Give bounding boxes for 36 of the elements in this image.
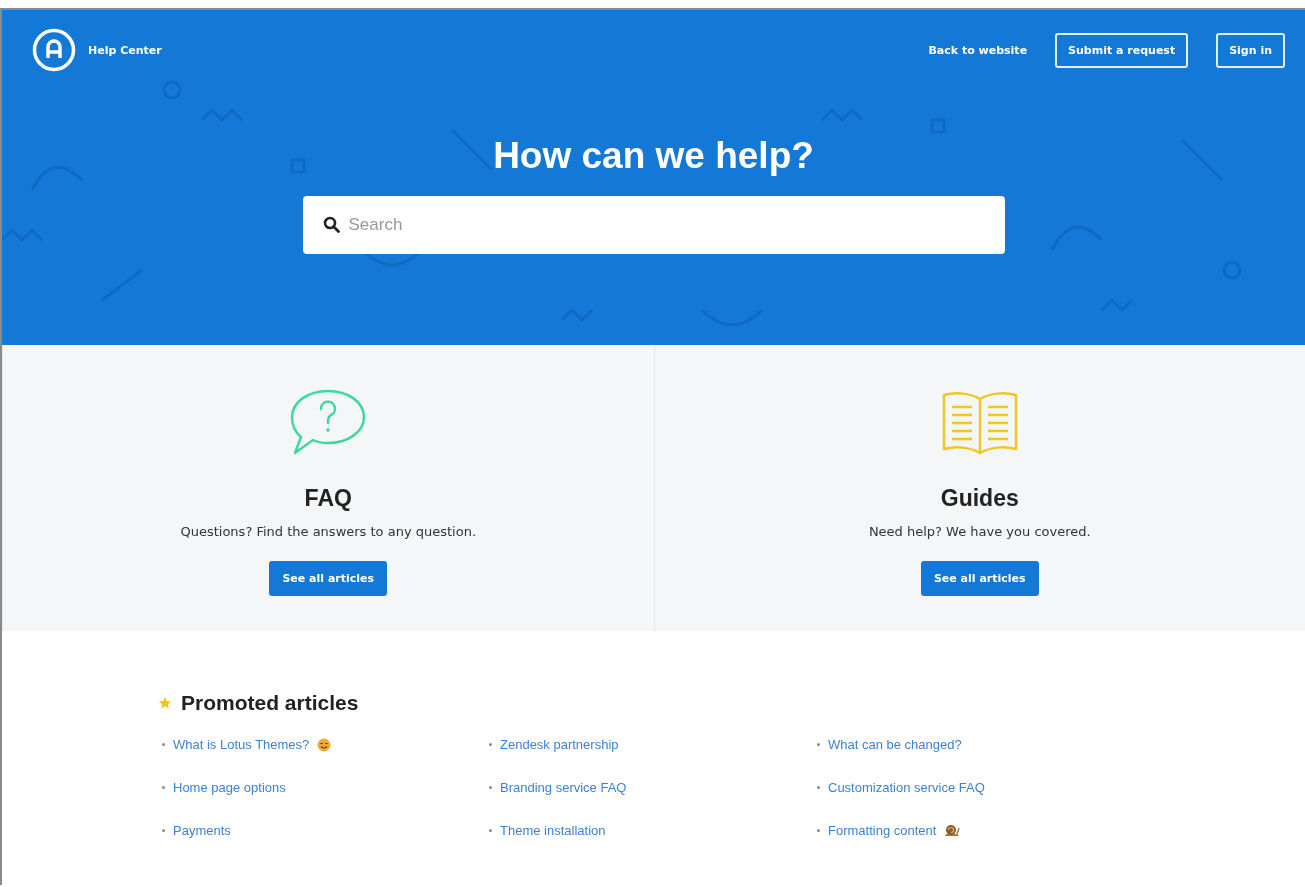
hero-title: How can we help? bbox=[492, 135, 815, 177]
brand-name: Help Center bbox=[88, 43, 162, 57]
article-link[interactable]: Formatting content bbox=[828, 823, 937, 838]
category-title: FAQ bbox=[304, 485, 352, 512]
nav-button[interactable]: Submit a request bbox=[1055, 32, 1189, 68]
category-description: Need help? We have you covered. bbox=[868, 524, 1091, 539]
bullet-icon bbox=[489, 786, 492, 789]
nav-link[interactable]: Back to website bbox=[928, 43, 1028, 57]
article-link[interactable]: Branding service FAQ bbox=[500, 780, 627, 795]
article-link[interactable]: What is Lotus Themes? bbox=[173, 737, 310, 752]
see-all-button[interactable]: See all articles bbox=[269, 561, 388, 596]
bullet-icon bbox=[489, 743, 492, 746]
article-link[interactable]: What can be changed? bbox=[828, 737, 962, 752]
nav-button[interactable]: Sign in bbox=[1216, 32, 1285, 68]
category-title: Guides bbox=[940, 485, 1019, 512]
bullet-icon bbox=[817, 786, 820, 789]
smiley-icon bbox=[317, 737, 332, 752]
search-field[interactable]: Search bbox=[302, 196, 1005, 254]
bullet-icon bbox=[489, 829, 492, 832]
article-link[interactable]: Theme installation bbox=[500, 823, 606, 838]
search-icon bbox=[322, 216, 340, 233]
article-link[interactable]: Payments bbox=[173, 823, 231, 838]
bullet-icon bbox=[817, 829, 820, 832]
logo-icon[interactable] bbox=[32, 28, 76, 72]
star-icon bbox=[158, 696, 172, 710]
bullet-icon bbox=[162, 743, 165, 746]
bullet-icon bbox=[817, 743, 820, 746]
article-link[interactable]: Zendesk partnership bbox=[500, 737, 619, 752]
see-all-button[interactable]: See all articles bbox=[920, 561, 1039, 596]
section-title: Promoted articles bbox=[181, 691, 359, 715]
article-link[interactable]: Home page options bbox=[173, 780, 286, 795]
bullet-icon bbox=[162, 829, 165, 832]
bullet-icon bbox=[162, 786, 165, 789]
snail-icon bbox=[944, 824, 961, 837]
article-link[interactable]: Customization service FAQ bbox=[828, 780, 985, 795]
category-description: Questions? Find the answers to any question. bbox=[180, 524, 477, 539]
